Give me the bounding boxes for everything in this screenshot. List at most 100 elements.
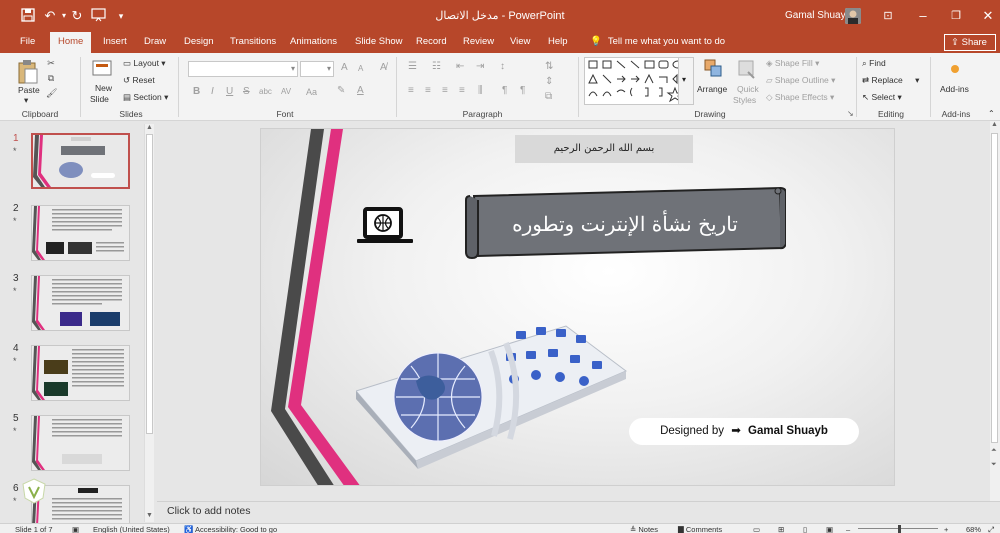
slide-canvas[interactable]: بسم الله الرحمن الرحيم تاريخ نشأة الإنتر… <box>260 128 895 486</box>
language-indicator[interactable]: English (United States) <box>93 525 170 533</box>
add-ins-icon[interactable] <box>948 62 962 76</box>
find-button[interactable]: ⌕ Find <box>862 58 886 69</box>
spelling-icon[interactable]: ▣ <box>72 525 79 533</box>
tab-slide-show[interactable]: Slide Show <box>355 36 403 47</box>
quick-styles-label-2[interactable]: Styles <box>733 95 756 105</box>
shape-effects-button[interactable]: ◇ Shape Effects ▾ <box>766 92 834 103</box>
zoom-slider-thumb[interactable] <box>898 525 901 533</box>
tab-transitions[interactable]: Transitions <box>230 36 276 47</box>
tab-record[interactable]: Record <box>416 36 447 47</box>
select-button[interactable]: ↖ Select ▾ <box>862 92 902 103</box>
justify-icon[interactable]: ≡ <box>459 85 465 96</box>
paste-label[interactable]: Paste <box>18 85 40 95</box>
scroll-thumb[interactable] <box>146 134 153 434</box>
line-spacing-icon[interactable]: ↕ <box>500 61 505 72</box>
slide-thumbnail-3[interactable] <box>31 275 130 331</box>
restore-icon[interactable]: ❐ <box>948 8 964 24</box>
notes-button[interactable]: ≜ Notes <box>630 525 658 533</box>
quick-styles-icon[interactable] <box>736 58 758 80</box>
slide-thumbnail-2[interactable] <box>31 205 130 261</box>
highlight-color-icon[interactable]: ✎ <box>337 85 345 96</box>
increase-indent-icon[interactable]: ⇥ <box>476 61 484 72</box>
text-direction-icon[interactable]: ⇅ <box>545 61 553 72</box>
underline-button[interactable]: U <box>226 86 233 97</box>
decrease-indent-icon[interactable]: ⇤ <box>456 61 464 72</box>
normal-view-icon[interactable]: ▭ <box>753 525 760 533</box>
tab-file[interactable]: File <box>20 36 35 47</box>
avatar[interactable] <box>845 8 861 24</box>
ltr-icon[interactable]: ¶ <box>520 85 525 96</box>
zoom-in-icon[interactable]: + <box>944 525 948 533</box>
align-right-icon[interactable]: ≡ <box>442 85 448 96</box>
slide-thumbnail-4[interactable] <box>31 345 130 401</box>
paste-icon[interactable] <box>17 59 39 85</box>
align-text-icon[interactable]: ⇕ <box>545 76 553 87</box>
close-icon[interactable]: ✕ <box>980 8 996 24</box>
align-center-icon[interactable]: ≡ <box>425 85 431 96</box>
tab-help[interactable]: Help <box>548 36 568 47</box>
font-size-select[interactable]: ▾ <box>300 61 334 77</box>
thumbnails-scrollbar[interactable]: ▲ ▼ <box>144 124 154 522</box>
bullets-icon[interactable]: ☰ <box>408 61 417 72</box>
new-slide-icon[interactable] <box>92 58 112 80</box>
shrink-font-button[interactable]: A <box>358 64 363 73</box>
drawing-dialog-launcher[interactable]: ↘ <box>847 109 854 118</box>
quick-styles-label-1[interactable]: Quick <box>737 84 759 94</box>
shape-fill-button[interactable]: ◈ Shape Fill ▾ <box>766 58 819 69</box>
reading-view-icon[interactable]: ▯ <box>803 525 807 533</box>
strikethrough-button[interactable]: S <box>243 86 250 97</box>
editor-scrollbar[interactable]: ▲ ⏶ ⏷ <box>990 121 1000 501</box>
comments-button[interactable]: ▇ Comments <box>678 525 722 533</box>
designer-credit-box[interactable]: Designed by ➡ Gamal Shuayb <box>629 418 859 445</box>
zoom-level[interactable]: 68% <box>966 525 981 533</box>
scroll-thumb[interactable] <box>991 133 998 443</box>
new-slide-label-1[interactable]: New <box>95 83 112 93</box>
numbering-icon[interactable]: ☷ <box>432 61 441 72</box>
scroll-down-icon[interactable]: ▼ <box>146 512 153 519</box>
tab-design[interactable]: Design <box>184 36 214 47</box>
slide-thumbnail-5[interactable] <box>31 415 130 471</box>
tab-view[interactable]: View <box>510 36 530 47</box>
next-slide-icon[interactable]: ⏷ <box>991 461 997 469</box>
character-spacing-button[interactable]: AV <box>281 87 291 96</box>
change-case-button[interactable]: Aa <box>306 87 317 97</box>
slide-thumbnail-1[interactable] <box>31 133 130 189</box>
section-button[interactable]: ▤ Section ▾ <box>123 92 168 103</box>
rtl-icon[interactable]: ¶ <box>502 85 507 96</box>
minimize-icon[interactable]: – <box>915 8 931 24</box>
shadow-button[interactable]: abc <box>259 87 272 96</box>
arrange-icon[interactable] <box>703 58 725 82</box>
copy-icon[interactable]: ⧉ <box>46 73 56 83</box>
font-color-icon[interactable]: A <box>357 85 364 96</box>
tab-animations[interactable]: Animations <box>290 36 337 47</box>
bold-button[interactable]: B <box>193 86 200 97</box>
arrange-label[interactable]: Arrange <box>697 84 727 94</box>
previous-slide-icon[interactable]: ⏶ <box>991 447 997 455</box>
share-button[interactable]: ⇪ Share <box>944 34 996 51</box>
replace-button[interactable]: ⇄ Replace ▾ <box>862 75 919 86</box>
slide-show-view-icon[interactable]: ▣ <box>826 525 833 533</box>
ribbon-display-options-icon[interactable]: ⊡ <box>880 8 896 24</box>
scroll-up-icon[interactable]: ▲ <box>146 124 153 131</box>
slide-sorter-view-icon[interactable]: ⊞ <box>778 525 784 533</box>
tab-draw[interactable]: Draw <box>144 36 166 47</box>
notes-placeholder[interactable]: Click to add notes <box>167 505 250 517</box>
new-slide-label-2[interactable]: Slide <box>90 94 109 104</box>
laptop-globe-icon[interactable] <box>355 207 417 249</box>
accessibility-status[interactable]: ♿ Accessibility: Good to go <box>184 525 277 533</box>
tab-review[interactable]: Review <box>463 36 494 47</box>
slide-title[interactable]: تاريخ نشأة الإنترنت وتطوره <box>489 207 761 241</box>
clear-formatting-icon[interactable]: A̸ <box>380 62 387 73</box>
collapse-ribbon-icon[interactable]: ⌃ <box>988 109 995 118</box>
notes-pane[interactable]: Click to add notes <box>157 501 1000 523</box>
paste-dropdown-icon[interactable]: ▾ <box>24 95 28 106</box>
zoom-out-icon[interactable]: – <box>846 525 850 533</box>
shape-outline-button[interactable]: ▱ Shape Outline ▾ <box>766 75 835 86</box>
font-family-select[interactable]: ▾ <box>188 61 298 77</box>
grow-font-button[interactable]: A <box>341 62 348 73</box>
tab-home[interactable]: Home <box>50 32 92 53</box>
cut-icon[interactable]: ✂ <box>46 58 56 68</box>
reset-button[interactable]: ↺ Reset <box>123 75 155 86</box>
scroll-up-icon[interactable]: ▲ <box>991 121 998 128</box>
format-painter-icon[interactable]: 🖌 <box>46 88 57 98</box>
